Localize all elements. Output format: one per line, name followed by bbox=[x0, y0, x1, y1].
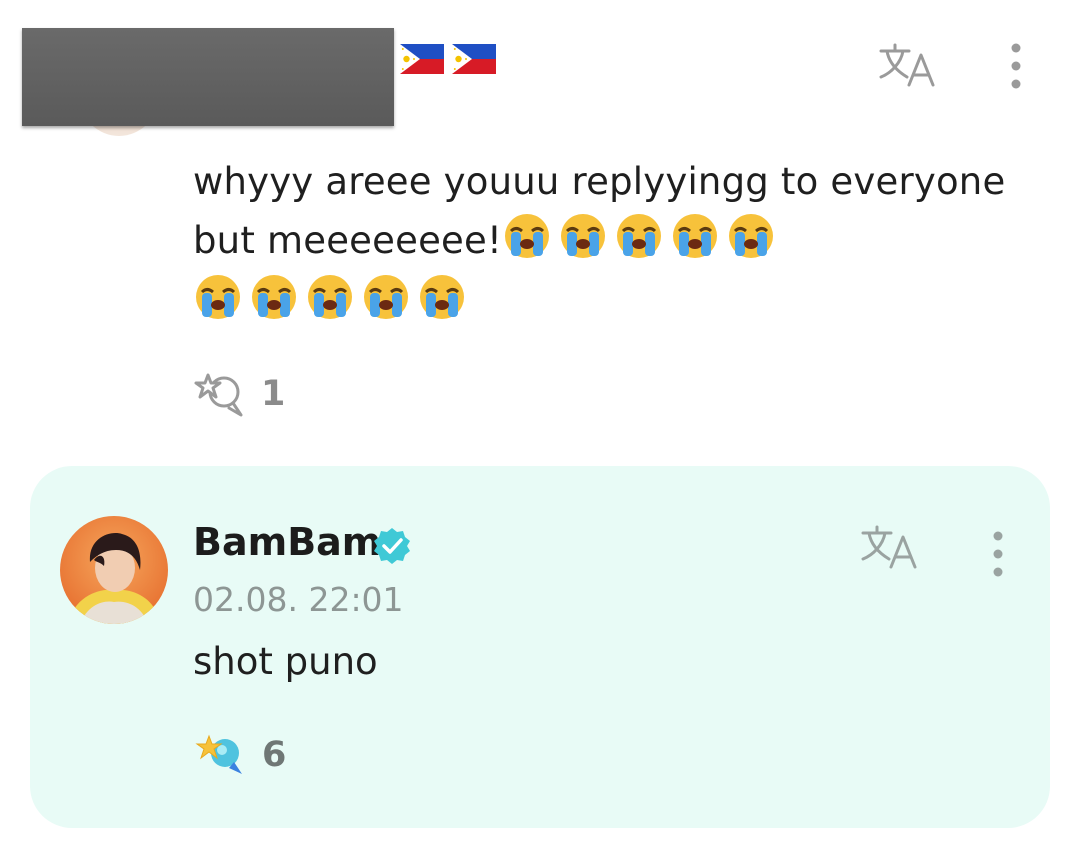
loudly-crying-face-icon bbox=[364, 275, 408, 319]
verified-badge-icon bbox=[374, 528, 410, 564]
timestamp: 02.08. 22:01 bbox=[193, 580, 404, 619]
crying-emoji-group bbox=[502, 211, 776, 261]
loudly-crying-face-icon bbox=[729, 214, 773, 258]
artist-reply-card bbox=[30, 466, 1050, 828]
loudly-crying-face-icon bbox=[196, 275, 240, 319]
avatar[interactable] bbox=[60, 516, 168, 624]
reply-count-button[interactable]: 6 bbox=[194, 728, 286, 782]
loudly-crying-face-icon bbox=[308, 275, 352, 319]
loudly-crying-face-icon bbox=[617, 214, 661, 258]
loudly-crying-face-icon bbox=[505, 214, 549, 258]
reply-count-button[interactable]: 1 bbox=[193, 367, 285, 421]
reply-count: 6 bbox=[262, 735, 287, 775]
comment-body: whyyy areee youuu replyyingg to everyone… bbox=[193, 152, 1013, 322]
loudly-crying-face-icon bbox=[420, 275, 464, 319]
more-vertical-icon[interactable] bbox=[998, 38, 1034, 94]
commenter-flags bbox=[398, 40, 498, 78]
loudly-crying-face-icon bbox=[561, 214, 605, 258]
redacted-username-block bbox=[22, 28, 394, 126]
reply-bubble-star-filled-icon bbox=[195, 734, 242, 774]
translate-icon[interactable] bbox=[858, 522, 922, 574]
author-name[interactable]: BamBam bbox=[193, 520, 381, 564]
reply-count: 1 bbox=[261, 374, 286, 414]
loudly-crying-face-icon bbox=[673, 214, 717, 258]
flag-philippines-icon bbox=[452, 44, 496, 74]
loudly-crying-face-icon bbox=[252, 275, 296, 319]
translate-icon[interactable] bbox=[876, 40, 940, 92]
reply-text: shot puno bbox=[193, 640, 378, 683]
crying-emoji-group bbox=[193, 272, 1013, 322]
comment-thread: whyyy areee youuu replyyingg to everyone… bbox=[0, 0, 1080, 850]
flag-philippines-icon bbox=[400, 44, 444, 74]
reply-bubble-star-icon bbox=[194, 373, 243, 417]
more-vertical-icon[interactable] bbox=[980, 526, 1016, 582]
